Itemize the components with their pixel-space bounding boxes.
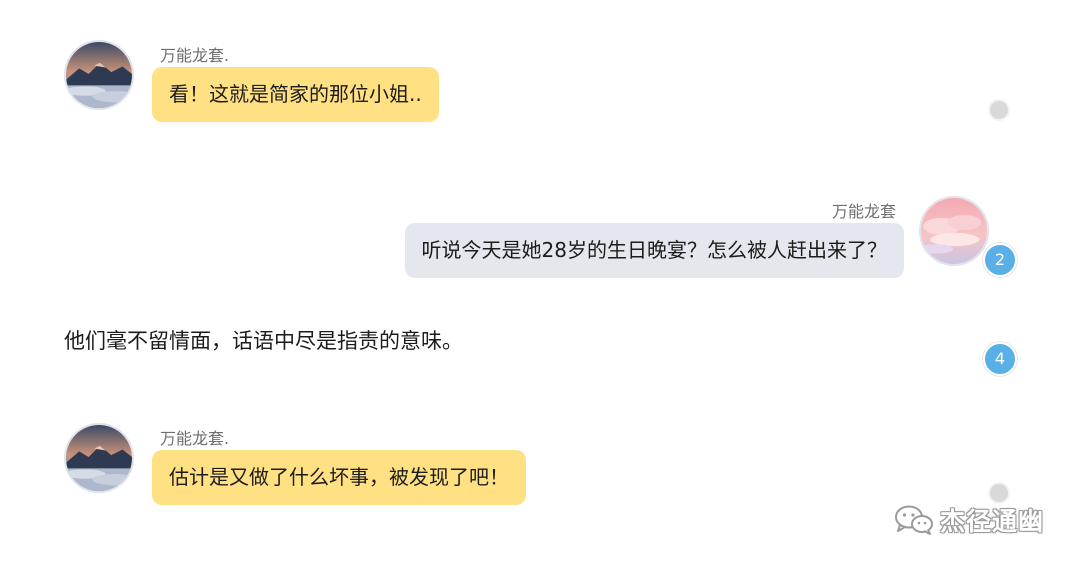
mountain-landscape-icon (66, 42, 132, 108)
watermark-text: 杰径通幽 (940, 507, 1045, 536)
mountain-landscape-icon (66, 425, 132, 491)
avatar[interactable] (64, 423, 134, 493)
sender-name: 万能龙套 (831, 202, 896, 221)
sender-name: 万能龙套. (160, 429, 230, 448)
watermark: 杰径通幽 (894, 504, 1044, 536)
count-badge[interactable]: 4 (983, 342, 1017, 376)
message-bubble[interactable]: 估计是又做了什么坏事，被发现了吧！ (152, 450, 526, 505)
avatar[interactable] (64, 40, 134, 110)
message-bubble[interactable]: 看！这就是简家的那位小姐.. (152, 67, 439, 122)
chat-page: 万能龙套. 看！这就是简家的那位小姐.. 万能龙套 听说今天是她28岁的生日晚宴… (0, 0, 1080, 566)
avatar[interactable] (919, 196, 989, 266)
read-marker-dot[interactable] (988, 482, 1010, 504)
pink-cloud-sky-icon (921, 198, 987, 264)
count-badge[interactable]: 2 (983, 243, 1017, 277)
wechat-icon (894, 504, 934, 536)
message-bubble[interactable]: 听说今天是她28岁的生日晚宴？怎么被人赶出来了？ (404, 223, 904, 278)
read-marker-dot[interactable] (988, 99, 1010, 121)
narration-text: 他们毫不留情面，话语中尽是指责的意味。 (64, 329, 463, 353)
sender-name: 万能龙套. (160, 46, 230, 65)
